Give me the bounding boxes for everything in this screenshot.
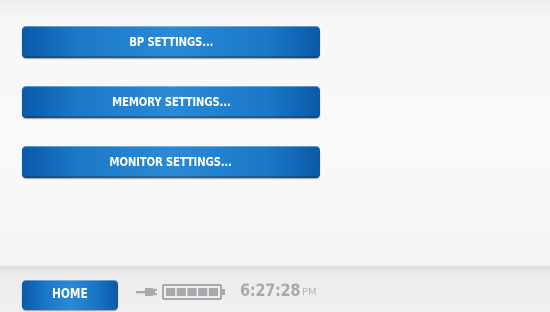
battery-bar: [176, 288, 186, 296]
battery-icon: [162, 284, 225, 300]
monitor-settings-label: MONITOR SETTINGS...: [109, 154, 233, 169]
memory-settings-label: MEMORY SETTINGS...: [111, 94, 231, 109]
battery-bar: [208, 288, 218, 296]
bp-settings-button[interactable]: BP SETTINGS...: [22, 26, 320, 58]
battery-bar: [166, 288, 176, 296]
memory-settings-button[interactable]: MEMORY SETTINGS...: [22, 86, 320, 118]
monitor-settings-button[interactable]: MONITOR SETTINGS...: [22, 146, 320, 178]
bp-settings-label: BP SETTINGS...: [129, 34, 213, 49]
home-button[interactable]: HOME: [22, 280, 118, 310]
battery-bar: [187, 288, 197, 296]
plug-icon: [136, 288, 157, 296]
clock: 6:27:28 PM: [240, 281, 317, 301]
home-label: HOME: [52, 287, 88, 302]
battery-bar: [198, 288, 208, 296]
device-screen: BP SETTINGS... MEMORY SETTINGS... MONITO…: [0, 0, 550, 312]
clock-ampm: PM: [302, 287, 317, 298]
settings-panel: BP SETTINGS... MEMORY SETTINGS... MONITO…: [0, 0, 550, 262]
clock-time: 6:27:28: [240, 281, 301, 301]
